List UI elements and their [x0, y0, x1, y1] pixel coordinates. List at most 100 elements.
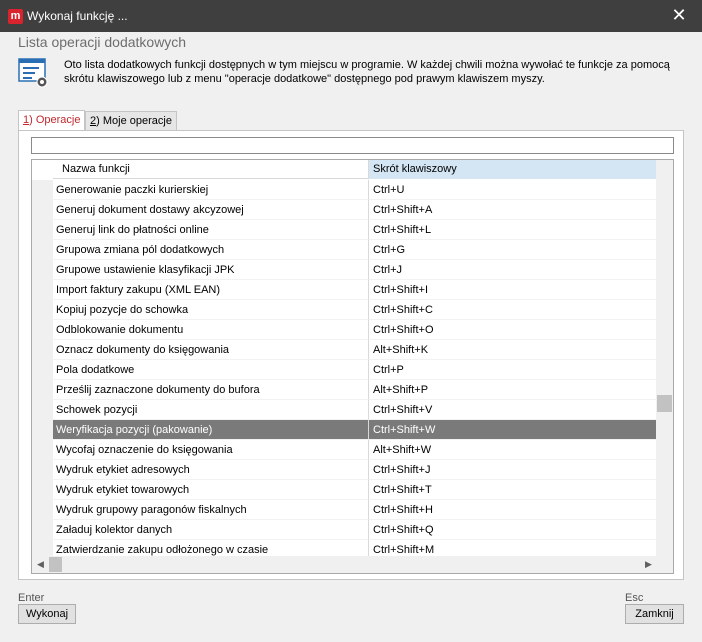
functions-grid: Nazwa funkcji Skrót klawiszowy Generowan…	[31, 159, 674, 574]
header-indicator-column	[32, 160, 53, 179]
function-name-cell: Kopiuj pozycje do schowka	[53, 300, 369, 320]
shortcut-cell: Ctrl+Shift+I	[369, 280, 657, 300]
shortcut-cell: Ctrl+Shift+O	[369, 320, 657, 340]
shortcut-cell: Ctrl+Shift+V	[369, 400, 657, 420]
shortcut-cell: Ctrl+Shift+C	[369, 300, 657, 320]
function-name-cell: Generuj link do płatności online	[53, 220, 369, 240]
shortcut-cell: Ctrl+Shift+T	[369, 480, 657, 500]
row-indicator	[32, 440, 53, 460]
close-button[interactable]: Zamknij	[625, 604, 684, 624]
function-name-cell: Oznacz dokumenty do księgowania	[53, 340, 369, 360]
table-row[interactable]: Generuj dokument dostawy akcyzowej Ctrl+S…	[32, 200, 657, 220]
grid-rows: Generowanie paczki kurierskiej Ctrl+U Gene…	[32, 180, 657, 560]
row-indicator	[32, 200, 53, 220]
vertical-scrollbar-thumb[interactable]	[657, 395, 672, 412]
table-row[interactable]: Prześlij zaznaczone dokumenty do bufora A…	[32, 380, 657, 400]
function-name-cell: Weryfikacja pozycji (pakowanie)	[53, 420, 369, 440]
row-indicator	[32, 520, 53, 540]
shortcut-cell: Ctrl+Shift+H	[369, 500, 657, 520]
table-row[interactable]: Grupowa zmiana pól dodatkowych Ctrl+G	[32, 240, 657, 260]
window-title: Wykonaj funkcję ...	[27, 9, 128, 23]
table-row[interactable]: Oznacz dokumenty do księgowania Alt+Shift…	[32, 340, 657, 360]
shortcut-cell: Ctrl+P	[369, 360, 657, 380]
table-row[interactable]: Wycofaj oznaczenie do księgowania Alt+Shi…	[32, 440, 657, 460]
table-row[interactable]: Grupowe ustawienie klasyfikacji JPK Ctrl+…	[32, 260, 657, 280]
execute-button[interactable]: Wykonaj	[18, 604, 76, 624]
scrollbar-corner	[656, 556, 673, 573]
function-name-cell: Grupowe ustawienie klasyfikacji JPK	[53, 260, 369, 280]
grid-header: Nazwa funkcji Skrót klawiszowy	[32, 160, 657, 179]
column-header-function-name[interactable]: Nazwa funkcji	[53, 160, 369, 179]
row-indicator	[32, 320, 53, 340]
table-row[interactable]: Schowek pozycji Ctrl+Shift+V	[32, 400, 657, 420]
scroll-right-arrow-icon[interactable]: ▶	[640, 556, 657, 573]
row-indicator	[32, 380, 53, 400]
horizontal-scrollbar-thumb[interactable]	[49, 557, 62, 572]
row-indicator	[32, 240, 53, 260]
shortcut-cell: Ctrl+U	[369, 180, 657, 200]
row-indicator	[32, 460, 53, 480]
list-settings-icon	[18, 58, 48, 88]
close-shortcut-hint: Esc	[625, 592, 644, 604]
row-indicator	[32, 220, 53, 240]
function-name-cell: Pola dodatkowe	[53, 360, 369, 380]
tab-operations-label: ) Operacje	[29, 114, 81, 126]
function-name-cell: Wydruk grupowy paragonów fiskalnych	[53, 500, 369, 520]
table-row[interactable]: Wydruk grupowy paragonów fiskalnych Ctrl+…	[32, 500, 657, 520]
function-name-cell: Generowanie paczki kurierskiej	[53, 180, 369, 200]
function-name-cell: Wycofaj oznaczenie do księgowania	[53, 440, 369, 460]
shortcut-cell: Ctrl+Shift+L	[369, 220, 657, 240]
function-name-cell: Wydruk etykiet adresowych	[53, 460, 369, 480]
table-row[interactable]: Pola dodatkowe Ctrl+P	[32, 360, 657, 380]
row-indicator	[32, 420, 53, 440]
vertical-scrollbar[interactable]	[656, 160, 673, 556]
shortcut-cell: Ctrl+Shift+A	[369, 200, 657, 220]
operations-panel: Nazwa funkcji Skrót klawiszowy Generowan…	[18, 130, 684, 580]
title-bar: m Wykonaj funkcję ... ✕	[0, 0, 702, 32]
dialog-description: Oto lista dodatkowych funkcji dostępnych…	[64, 59, 670, 85]
table-row[interactable]: Wydruk etykiet towarowych Ctrl+Shift+T	[32, 480, 657, 500]
row-indicator	[32, 480, 53, 500]
tab-operations[interactable]: 1) Operacje	[18, 110, 86, 131]
app-logo-icon: m	[8, 9, 23, 24]
table-row[interactable]: Generowanie paczki kurierskiej Ctrl+U	[32, 180, 657, 200]
function-name-cell: Generuj dokument dostawy akcyzowej	[53, 200, 369, 220]
function-name-cell: Załaduj kolektor danych	[53, 520, 369, 540]
tab-my-operations[interactable]: 2) Moje operacje	[85, 111, 177, 130]
scroll-left-arrow-icon[interactable]: ◀	[32, 556, 49, 573]
shortcut-cell: Ctrl+J	[369, 260, 657, 280]
table-row[interactable]: Kopiuj pozycje do schowka Ctrl+Shift+C	[32, 300, 657, 320]
table-row[interactable]: Wydruk etykiet adresowych Ctrl+Shift+J	[32, 460, 657, 480]
shortcut-cell: Ctrl+Shift+W	[369, 420, 657, 440]
close-window-button[interactable]: ✕	[656, 0, 702, 32]
row-indicator	[32, 360, 53, 380]
shortcut-cell: Ctrl+Shift+J	[369, 460, 657, 480]
row-indicator	[32, 340, 53, 360]
execute-shortcut-hint: Enter	[18, 592, 45, 604]
shortcut-cell: Alt+Shift+K	[369, 340, 657, 360]
dialog-heading: Lista operacji dodatkowych	[18, 34, 187, 50]
filter-input[interactable]	[31, 137, 674, 154]
function-name-cell: Odblokowanie dokumentu	[53, 320, 369, 340]
function-name-cell: Import faktury zakupu (XML EAN)	[53, 280, 369, 300]
function-name-cell: Grupowa zmiana pól dodatkowych	[53, 240, 369, 260]
function-name-cell: Schowek pozycji	[53, 400, 369, 420]
row-indicator	[32, 260, 53, 280]
column-header-shortcut[interactable]: Skrót klawiszowy	[369, 160, 657, 179]
shortcut-cell: Ctrl+Shift+Q	[369, 520, 657, 540]
table-row[interactable]: Generuj link do płatności online Ctrl+Shi…	[32, 220, 657, 240]
horizontal-scrollbar[interactable]: ◀ ▶	[32, 556, 657, 573]
table-row[interactable]: Import faktury zakupu (XML EAN) Ctrl+Shif…	[32, 280, 657, 300]
row-indicator	[32, 400, 53, 420]
shortcut-cell: Alt+Shift+P	[369, 380, 657, 400]
table-row[interactable]: Odblokowanie dokumentu Ctrl+Shift+O	[32, 320, 657, 340]
function-name-cell: Prześlij zaznaczone dokumenty do bufora	[53, 380, 369, 400]
row-indicator	[32, 300, 53, 320]
shortcut-cell: Ctrl+G	[369, 240, 657, 260]
row-indicator	[32, 280, 53, 300]
tab-my-operations-label: ) Moje operacje	[96, 115, 172, 127]
table-row[interactable]: Załaduj kolektor danych Ctrl+Shift+Q	[32, 520, 657, 540]
row-indicator	[32, 180, 53, 200]
function-name-cell: Wydruk etykiet towarowych	[53, 480, 369, 500]
table-row[interactable]: Weryfikacja pozycji (pakowanie) Ctrl+Shif…	[32, 420, 657, 440]
